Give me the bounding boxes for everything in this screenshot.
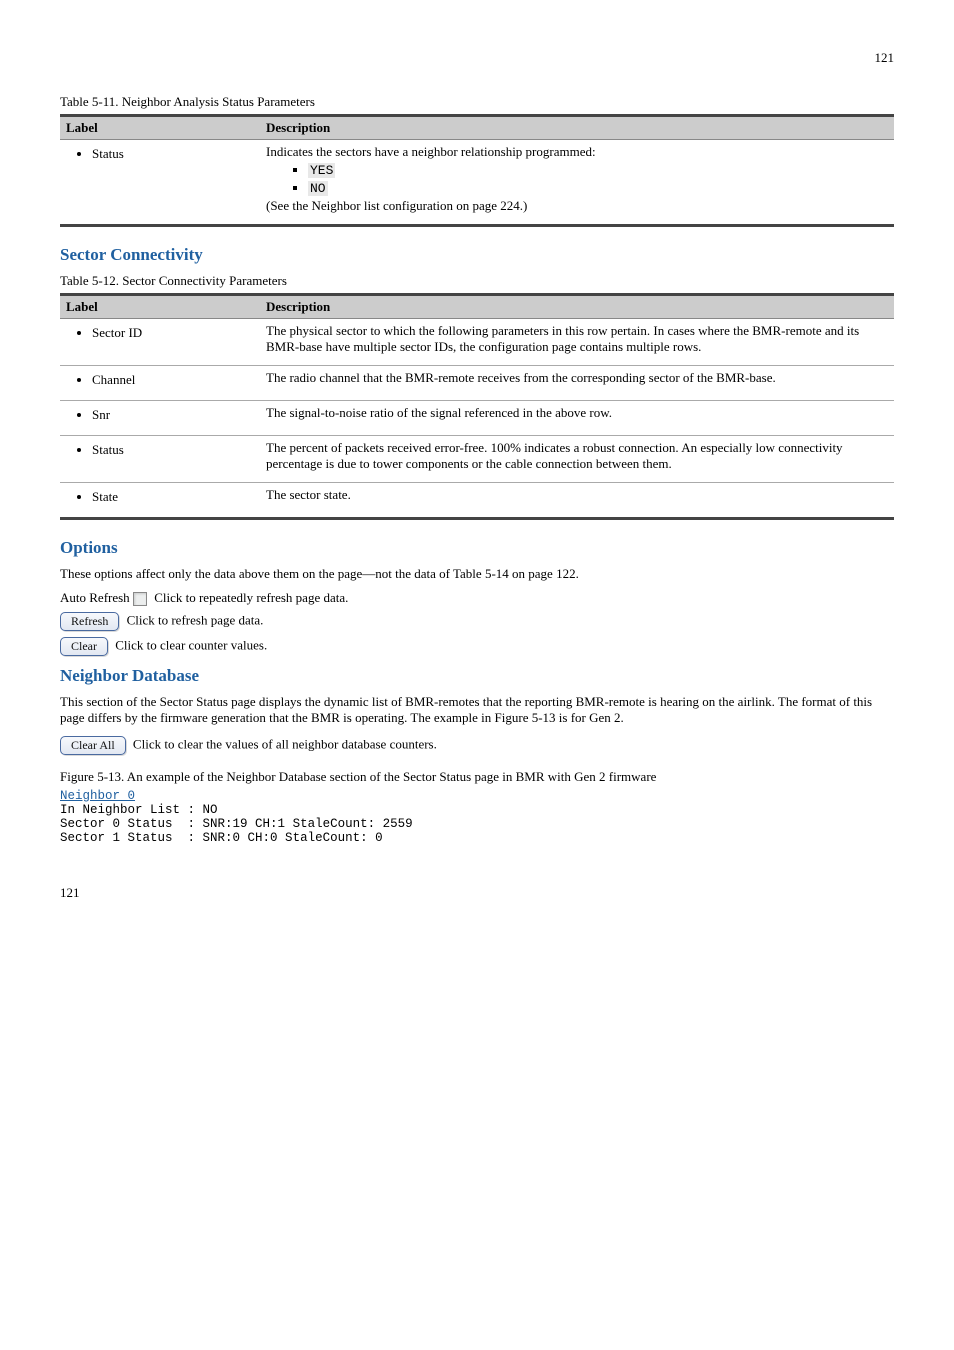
- table-row: Status The percent of packets received e…: [60, 436, 894, 483]
- t6r0-label: Sector ID: [92, 325, 254, 341]
- table5-row0-label: Status: [92, 146, 254, 162]
- auto-refresh-label: Auto Refresh: [60, 590, 130, 605]
- table-row: Snr The signal-to-noise ratio of the sig…: [60, 401, 894, 436]
- auto-refresh-desc: Click to repeatedly refresh page data.: [154, 590, 348, 605]
- t6r4-desc: The sector state.: [260, 483, 894, 519]
- table-5-12: Label Description Sector ID The physical…: [60, 293, 894, 520]
- table6-header-label: Label: [60, 295, 260, 319]
- t6r1-desc: The radio channel that the BMR-remote re…: [260, 366, 894, 401]
- t6r1-label: Channel: [92, 372, 254, 388]
- table6-caption: Table 5-12. Sector Connectivity Paramete…: [60, 273, 894, 289]
- section-sector-connectivity: Sector Connectivity: [60, 245, 894, 265]
- refresh-desc: Click to refresh page data.: [127, 613, 264, 628]
- pre-v0: NO: [195, 803, 218, 817]
- table-row: Channel The radio channel that the BMR-r…: [60, 366, 894, 401]
- t6r3-label: Status: [92, 442, 254, 458]
- figure5-13-caption: Figure 5-13. An example of the Neighbor …: [60, 769, 894, 785]
- pre-k1: Sector 0 Status: [60, 817, 188, 831]
- table5-row0-note: (See the Neighbor list configuration on …: [266, 198, 888, 214]
- pre-v2: SNR:0 CH:0 StaleCount: 0: [195, 831, 383, 845]
- neighbor0-heading[interactable]: Neighbor 0: [60, 789, 135, 803]
- neighbor-db-para: This section of the Sector Status page d…: [60, 694, 894, 726]
- page-number-bottom: 121: [60, 885, 894, 901]
- table5-header-label: Label: [60, 116, 260, 140]
- table-row: Status Indicates the sectors have a neig…: [60, 140, 894, 226]
- status-yes: YES: [308, 163, 335, 178]
- auto-refresh-checkbox[interactable]: [133, 592, 147, 606]
- table-row: Sector ID The physical sector to which t…: [60, 319, 894, 366]
- clear-desc: Click to clear counter values.: [115, 638, 267, 653]
- table6-header-desc: Description: [260, 295, 894, 319]
- t6r0-desc: The physical sector to which the followi…: [260, 319, 894, 366]
- clear-all-button[interactable]: Clear All: [60, 736, 126, 755]
- table-5-11: Label Description Status Indicates the s…: [60, 114, 894, 227]
- options-heading: Options: [60, 538, 894, 558]
- neighbor-db-heading: Neighbor Database: [60, 666, 894, 686]
- status-no: NO: [308, 181, 328, 196]
- t6r4-label: State: [92, 489, 254, 505]
- table5-row0-desc1: Indicates the sectors have a neighbor re…: [266, 144, 888, 160]
- t6r2-label: Snr: [92, 407, 254, 423]
- table-row: State The sector state.: [60, 483, 894, 519]
- clear-all-desc: Click to clear the values of all neighbo…: [133, 737, 437, 752]
- pre-k0: In Neighbor List: [60, 803, 188, 817]
- neighbor-pre-block: Neighbor 0 In Neighbor List : NO Sector …: [60, 789, 894, 845]
- refresh-button[interactable]: Refresh: [60, 612, 119, 631]
- options-intro: These options affect only the data above…: [60, 566, 894, 582]
- page-number-top: 121: [60, 50, 894, 66]
- pre-k2: Sector 1 Status: [60, 831, 188, 845]
- clear-button[interactable]: Clear: [60, 637, 108, 656]
- pre-v1: SNR:19 CH:1 StaleCount: 2559: [195, 817, 413, 831]
- t6r2-desc: The signal-to-noise ratio of the signal …: [260, 401, 894, 436]
- table5-header-desc: Description: [260, 116, 894, 140]
- t6r3-desc: The percent of packets received error-fr…: [260, 436, 894, 483]
- table5-caption: Table 5-11. Neighbor Analysis Status Par…: [60, 94, 894, 110]
